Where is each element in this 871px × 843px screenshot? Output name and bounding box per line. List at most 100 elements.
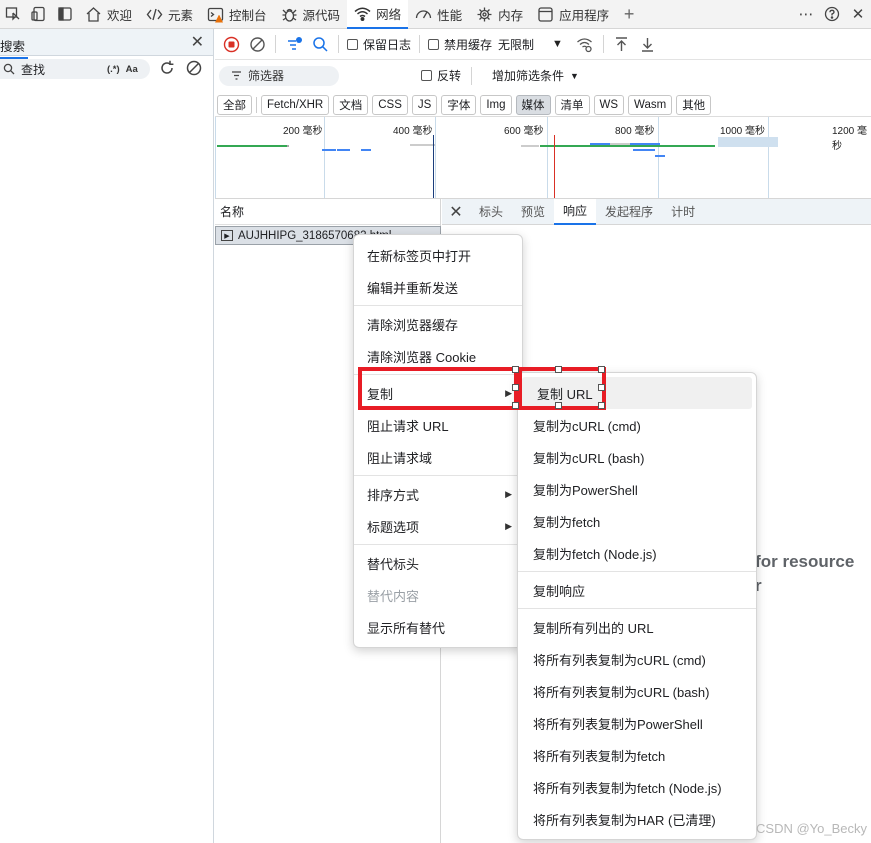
- preserve-log-checkbox[interactable]: 保留日志: [347, 36, 411, 53]
- selection-handle: [512, 384, 519, 391]
- menu-item[interactable]: 复制为fetch: [518, 505, 756, 537]
- throttling-select[interactable]: 无限制: [498, 36, 534, 53]
- checkbox-icon[interactable]: [428, 38, 440, 50]
- menu-item[interactable]: 标题选项 ▶: [354, 510, 522, 542]
- type-filter-button[interactable]: 媒体: [515, 94, 551, 115]
- menu-item[interactable]: 阻止请求 URL: [354, 409, 522, 441]
- type-filter-button[interactable]: JS: [411, 94, 438, 115]
- filter-settings-icon[interactable]: [284, 34, 304, 54]
- filter-icon: [232, 71, 241, 80]
- menu-item[interactable]: 将所有列表复制为HAR (已清理): [518, 803, 756, 835]
- details-tab[interactable]: 标头: [470, 199, 512, 225]
- menu-item[interactable]: 复制为cURL (cmd): [518, 409, 756, 441]
- checkbox-icon[interactable]: [347, 38, 358, 50]
- menu-item[interactable]: 将所有列表复制为cURL (cmd): [518, 643, 756, 675]
- type-filter-button[interactable]: Fetch/XHR: [261, 94, 330, 115]
- close-icon[interactable]: ✕: [191, 32, 204, 52]
- type-filter-button[interactable]: CSS: [372, 94, 408, 115]
- clear-search-icon[interactable]: [185, 59, 203, 77]
- close-devtools-icon[interactable]: ✕: [845, 0, 871, 29]
- device-emulation-icon[interactable]: [26, 0, 52, 29]
- menu-item[interactable]: 将所有列表复制为PowerShell: [518, 707, 756, 739]
- add-tab-icon[interactable]: +: [616, 0, 642, 29]
- chevron-right-icon: ▶: [505, 488, 512, 499]
- search-panel-header: 搜索 ✕: [0, 29, 213, 59]
- menu-item[interactable]: 替代标头: [354, 547, 522, 579]
- menu-item-label: 将所有列表复制为cURL (bash): [533, 684, 710, 700]
- details-tab[interactable]: 计时: [662, 199, 704, 225]
- match-case-toggle[interactable]: Aa: [126, 64, 138, 75]
- menu-item[interactable]: 将所有列表复制为fetch: [518, 739, 756, 771]
- menu-item-label: 排序方式: [367, 487, 420, 503]
- close-icon[interactable]: ✕: [442, 202, 470, 222]
- filter-input[interactable]: [248, 68, 328, 83]
- menu-item[interactable]: 复制 ▶: [354, 377, 522, 409]
- type-filter-button[interactable]: 文档: [333, 94, 369, 115]
- import-har-icon[interactable]: [612, 34, 632, 54]
- export-har-icon[interactable]: [638, 34, 658, 54]
- menu-item[interactable]: 将所有列表复制为cURL (bash): [518, 675, 756, 707]
- chevron-down-icon[interactable]: ▼: [552, 38, 563, 50]
- network-conditions-icon[interactable]: [575, 34, 595, 54]
- search-panel-tab[interactable]: 搜索: [0, 36, 29, 59]
- menu-item[interactable]: 编辑并重新发送: [354, 271, 522, 303]
- menu-item-label: 将所有列表复制为cURL (cmd): [533, 652, 706, 668]
- devtools-tab[interactable]: 控制台: [200, 0, 274, 29]
- clear-log-icon[interactable]: [247, 34, 267, 54]
- dock-side-icon[interactable]: [52, 0, 78, 29]
- search-icon[interactable]: [310, 34, 330, 54]
- menu-item[interactable]: 显示所有替代: [354, 611, 522, 643]
- timeline-tick-label: 1000 毫秒: [720, 126, 766, 137]
- type-filter-button[interactable]: Wasm: [628, 94, 673, 115]
- selection-handle: [598, 366, 605, 373]
- devtools-tab[interactable]: 性能: [408, 0, 469, 29]
- invert-checkbox[interactable]: 反转: [421, 67, 461, 84]
- refresh-icon[interactable]: [158, 59, 176, 77]
- menu-item[interactable]: 在新标签页中打开: [354, 239, 522, 271]
- selection-handle: [555, 366, 562, 373]
- type-filter-button[interactable]: 清单: [554, 94, 590, 115]
- type-filter-button[interactable]: 字体: [441, 94, 477, 115]
- regex-toggle[interactable]: (.*): [107, 64, 120, 75]
- menu-item[interactable]: 排序方式 ▶: [354, 478, 522, 510]
- menu-item[interactable]: 复制为PowerShell: [518, 473, 756, 505]
- type-filter-button[interactable]: WS: [593, 94, 625, 115]
- help-icon[interactable]: [819, 0, 845, 29]
- devtools-tab[interactable]: 网络: [347, 0, 409, 29]
- type-filter-button[interactable]: Img: [480, 94, 512, 115]
- menu-item[interactable]: 将所有列表复制为fetch (Node.js): [518, 771, 756, 803]
- menu-item-label: 将所有列表复制为fetch: [533, 748, 666, 764]
- inspect-element-icon[interactable]: [0, 0, 26, 29]
- selection-handle: [512, 366, 519, 373]
- menu-item[interactable]: 复制所有列出的 URL: [518, 611, 756, 643]
- more-options-icon[interactable]: ⋯: [793, 0, 819, 29]
- record-icon[interactable]: [221, 34, 241, 54]
- menu-item[interactable]: 阻止请求域: [354, 441, 522, 473]
- menu-item[interactable]: 复制为fetch (Node.js): [518, 537, 756, 569]
- type-filter-button[interactable]: 全部: [217, 94, 252, 115]
- menu-item-label: 显示所有替代: [367, 620, 446, 636]
- menu-item-label: 复制为cURL (bash): [533, 450, 645, 466]
- type-filter-button[interactable]: 其他: [676, 94, 712, 115]
- details-tab[interactable]: 预览: [512, 199, 554, 225]
- devtools-tab[interactable]: 欢迎: [78, 0, 139, 29]
- more-filters-dropdown[interactable]: 增加筛选条件 ▼: [492, 67, 579, 84]
- search-input[interactable]: [21, 62, 101, 76]
- network-overview-timeline[interactable]: 200 毫秒 400 毫秒 600 毫秒 800 毫秒 1000 毫秒 1200 毫秒: [215, 117, 871, 199]
- devtools-tab[interactable]: 应用程序: [530, 0, 616, 29]
- menu-item-label: 将所有列表复制为PowerShell: [533, 716, 703, 732]
- devtools-tab[interactable]: 元素: [139, 0, 200, 29]
- devtools-tab-label: 控制台: [229, 8, 267, 23]
- devtools-tab[interactable]: 内存: [469, 0, 530, 29]
- menu-item[interactable]: 复制为cURL (bash): [518, 441, 756, 473]
- selection-handle: [598, 384, 605, 391]
- checkbox-icon[interactable]: [421, 70, 432, 81]
- menu-item[interactable]: 复制响应: [518, 574, 756, 606]
- details-tab[interactable]: 发起程序: [596, 199, 662, 225]
- details-tab[interactable]: 响应: [554, 198, 597, 225]
- name-column-header[interactable]: 名称: [215, 199, 440, 225]
- disable-cache-checkbox[interactable]: 禁用缓存: [428, 36, 492, 53]
- menu-item[interactable]: 清除浏览器缓存: [354, 308, 522, 340]
- menu-item[interactable]: 清除浏览器 Cookie: [354, 340, 522, 372]
- devtools-tab[interactable]: 源代码: [274, 0, 348, 29]
